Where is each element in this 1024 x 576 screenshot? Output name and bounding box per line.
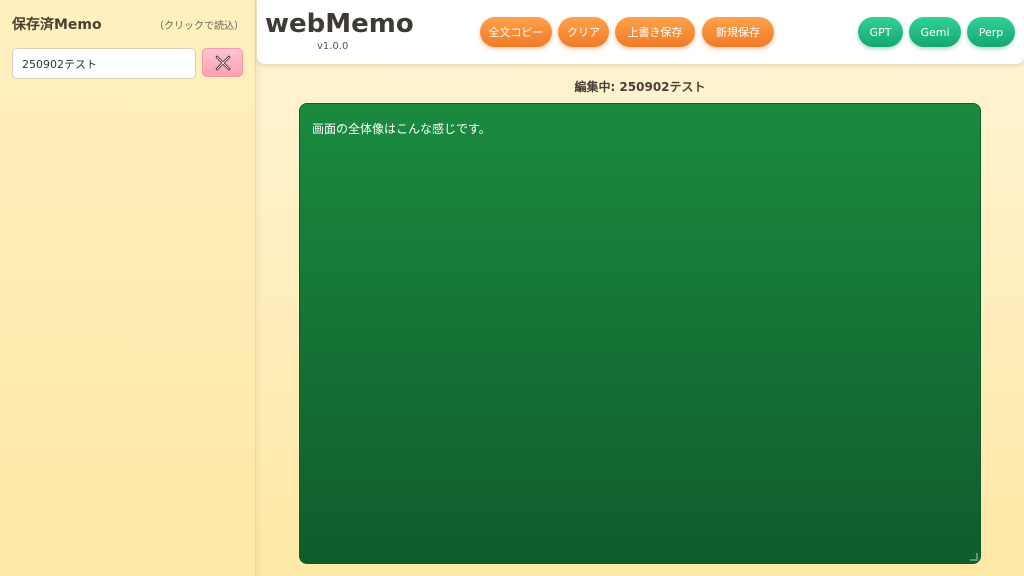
- perp-button[interactable]: Perp: [967, 17, 1015, 47]
- memo-delete-button[interactable]: [202, 48, 243, 77]
- editor-content: 画面の全体像はこんな感じです。: [312, 122, 491, 136]
- gpt-button[interactable]: GPT: [858, 17, 903, 47]
- memo-editor-textarea[interactable]: 画面の全体像はこんな感じです。: [299, 103, 981, 564]
- app-title: webMemo: [265, 9, 414, 39]
- app-header: webMemo v1.0.0 全文コピー クリア 上書き保存 新規保存 GPT …: [257, 0, 1024, 64]
- brand: webMemo v1.0.0: [265, 9, 414, 52]
- resize-handle[interactable]: [970, 553, 978, 561]
- clear-button[interactable]: クリア: [558, 17, 609, 47]
- new-save-button[interactable]: 新規保存: [702, 17, 774, 47]
- sidebar-hint: （クリックで読込）: [154, 20, 244, 32]
- copy-all-button[interactable]: 全文コピー: [480, 17, 552, 47]
- gemi-button[interactable]: Gemi: [909, 17, 961, 47]
- editing-label: 編集中: 250902テスト: [574, 80, 706, 94]
- saved-memo-sidebar: 保存済Memo （クリックで読込） 250902テスト: [0, 0, 256, 576]
- memo-list-item: 250902テスト: [12, 48, 244, 80]
- sidebar-header: 保存済Memo （クリックで読込）: [12, 12, 244, 36]
- close-x-icon: [215, 55, 230, 70]
- overwrite-save-button[interactable]: 上書き保存: [615, 17, 695, 47]
- app-version: v1.0.0: [317, 41, 349, 52]
- sidebar-title: 保存済Memo: [12, 17, 102, 33]
- memo-load-button[interactable]: 250902テスト: [12, 48, 196, 79]
